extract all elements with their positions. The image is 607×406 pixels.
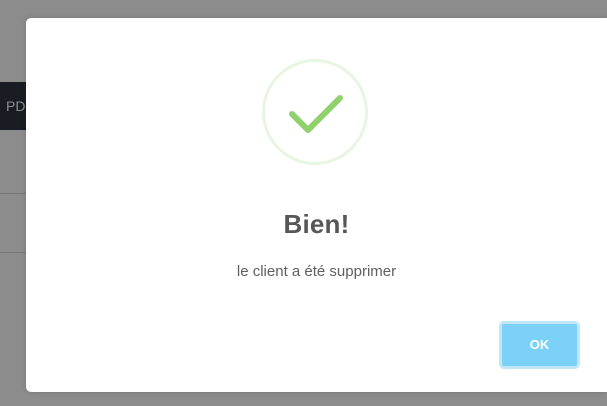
dialog-title: Bien! xyxy=(283,209,350,239)
success-dialog: Bien! le client a été supprimer OK xyxy=(26,18,607,392)
ok-button[interactable]: OK xyxy=(499,321,580,369)
check-icon xyxy=(289,95,343,133)
success-check-icon xyxy=(262,59,368,165)
dialog-message: le client a été supprimer xyxy=(236,263,397,280)
